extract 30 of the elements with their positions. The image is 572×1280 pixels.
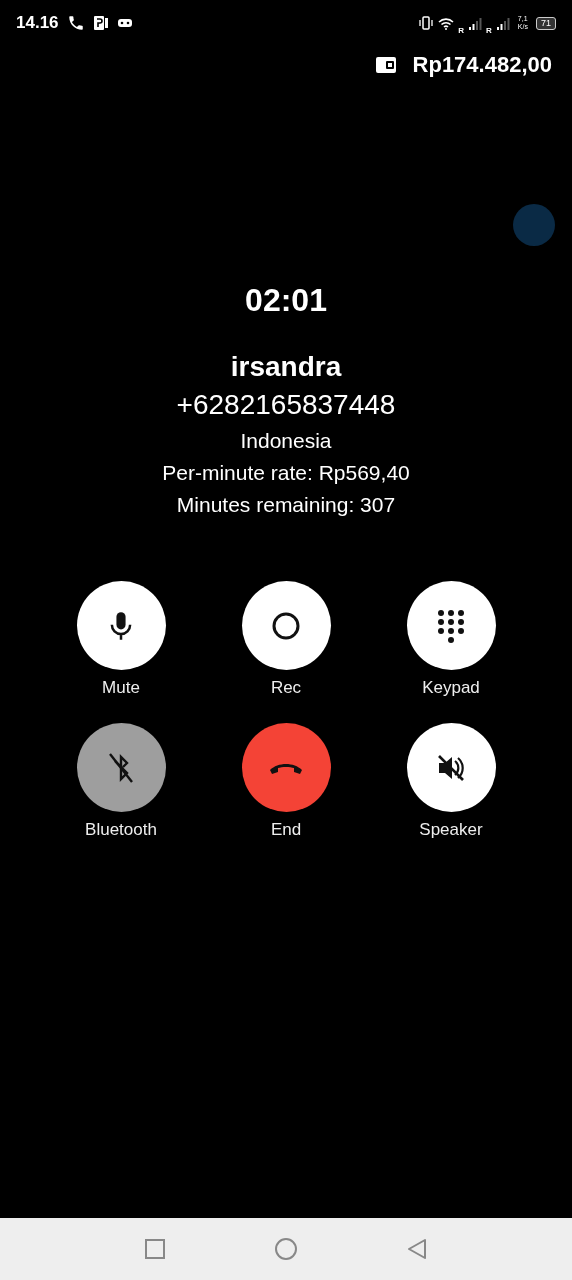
country-label: Indonesia xyxy=(240,429,332,453)
wifi-icon xyxy=(438,16,455,30)
roaming-indicator: R xyxy=(486,25,492,35)
contact-name: irsandra xyxy=(230,351,342,383)
control-label: Speaker xyxy=(419,820,483,840)
minutes-remaining: Minutes remaining: 307 xyxy=(176,493,396,517)
control-label: Mute xyxy=(102,678,140,698)
home-icon[interactable] xyxy=(275,1238,297,1260)
control-label: Keypad xyxy=(422,678,480,698)
recents-icon[interactable] xyxy=(145,1239,165,1259)
phone-number: +6282165837448 xyxy=(176,389,396,421)
keypad-icon xyxy=(437,608,465,643)
vibrate-icon xyxy=(418,16,435,30)
roaming-indicator: R xyxy=(458,25,465,35)
battery-indicator: 71 xyxy=(536,16,556,30)
parking-icon xyxy=(92,15,109,31)
control-label: Rec xyxy=(270,678,302,698)
balance-amount: Rp174.482,00 xyxy=(412,52,552,78)
rate-label: Per-minute rate: Rp569,40 xyxy=(162,461,410,485)
status-time: 14.16 xyxy=(16,13,59,33)
signal-icon xyxy=(495,16,510,30)
control-label: Bluetooth xyxy=(85,820,157,840)
phone-icon xyxy=(66,14,85,32)
control-label: End xyxy=(270,820,302,840)
record-icon xyxy=(272,611,300,640)
gamepad-icon xyxy=(116,17,133,29)
signal-icon xyxy=(468,16,483,30)
back-icon[interactable] xyxy=(407,1238,427,1260)
wallet-icon xyxy=(374,55,397,75)
call-duration: 02:01 xyxy=(245,282,327,319)
